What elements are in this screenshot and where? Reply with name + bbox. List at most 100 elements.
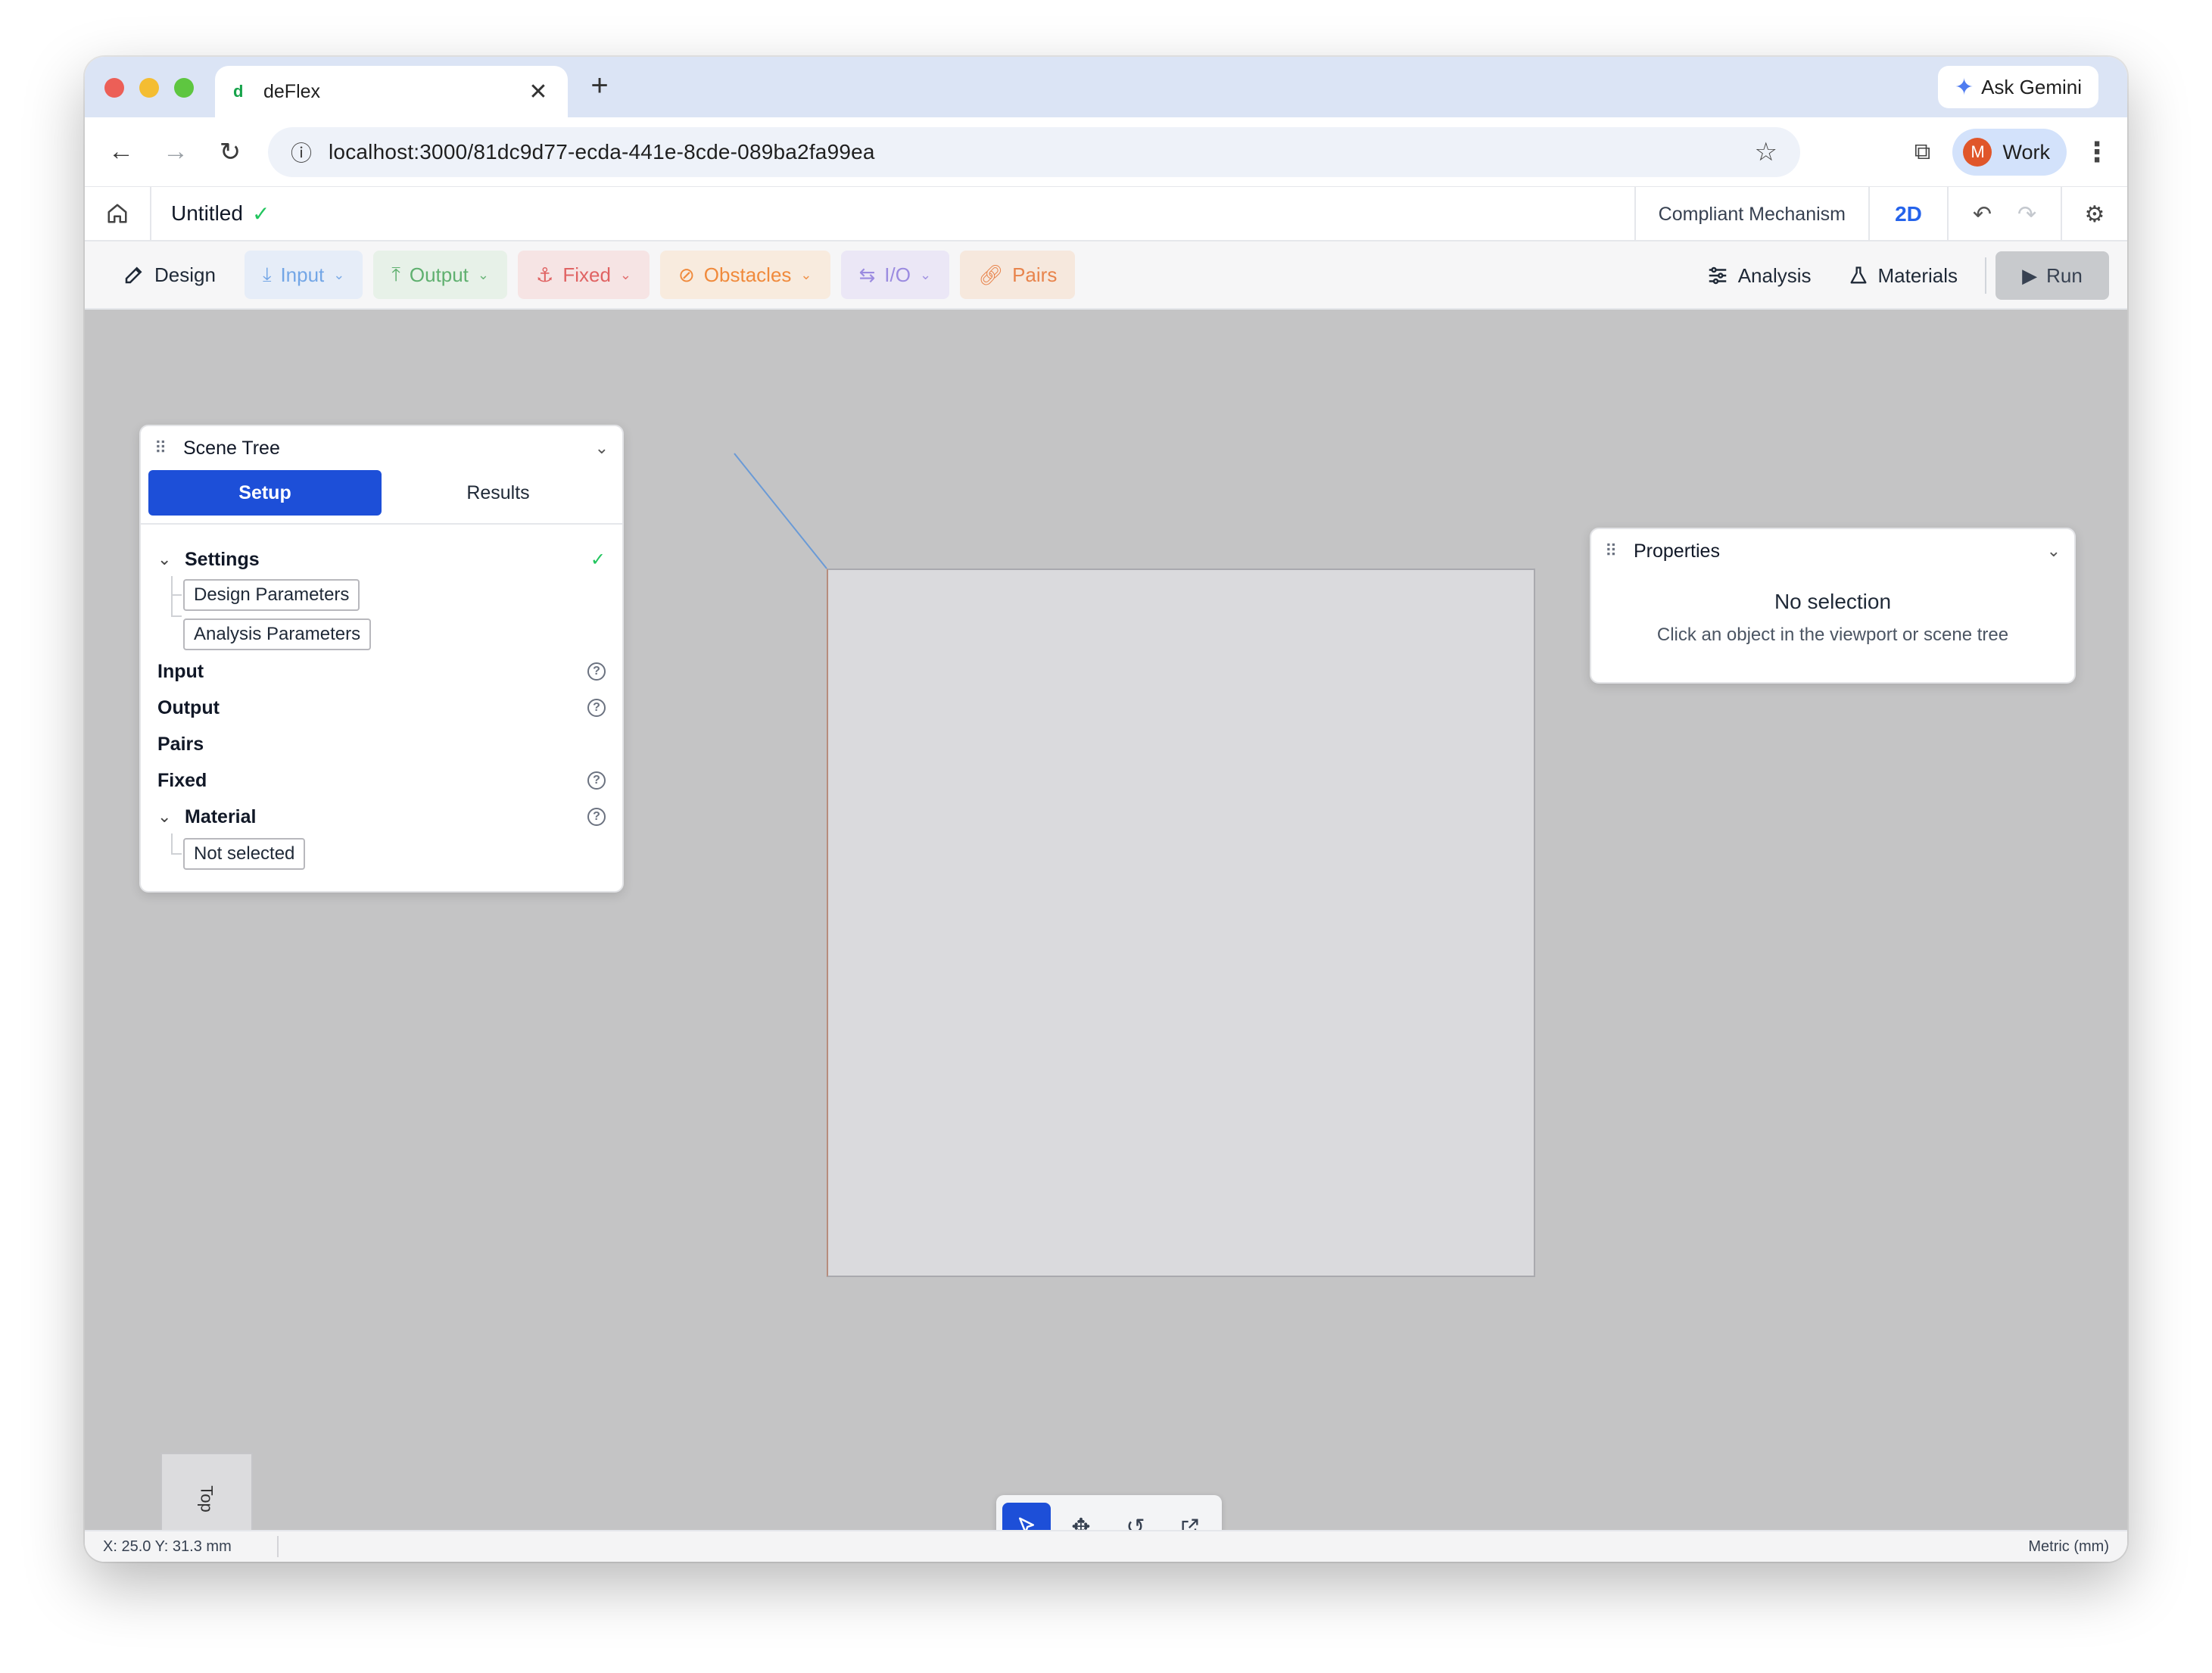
tree-item-fixed[interactable]: Fixed ?	[157, 764, 606, 797]
tree-item-input[interactable]: Input ?	[157, 655, 606, 688]
tree-item-label: Pairs	[157, 733, 204, 755]
new-tab-button[interactable]: +	[583, 69, 616, 103]
toolbar-right: Analysis Materials ▶ Run	[1688, 251, 2109, 300]
materials-button[interactable]: Materials	[1830, 264, 1976, 288]
sliders-icon	[1709, 266, 1726, 285]
tree-item-label: Output	[157, 696, 220, 718]
mode-selector[interactable]: Compliant Mechanism	[1634, 187, 1868, 241]
tab-search-icon[interactable]: ⧉	[1892, 139, 1952, 165]
properties-title: Properties	[1634, 540, 1720, 562]
drag-handle-icon[interactable]: ⠿	[154, 438, 183, 458]
maximize-window-button[interactable]	[174, 78, 194, 98]
io-dropdown[interactable]: ⇆ I/O ⌄	[840, 251, 950, 299]
fixed-dropdown[interactable]: ⚓ Fixed ⌄	[518, 251, 650, 299]
tree-item-settings[interactable]: ⌄ Settings ✓	[157, 543, 606, 576]
external-link-icon	[1182, 1519, 1198, 1530]
close-tab-icon[interactable]: ✕	[527, 79, 550, 105]
app-header-right: Compliant Mechanism 2D ↶ ↷ ⚙	[1634, 187, 2127, 241]
gear-icon: ⚙	[2084, 201, 2105, 227]
play-icon: ▶	[2022, 263, 2038, 287]
output-dropdown[interactable]: ⤒ Output ⌄	[373, 251, 508, 299]
reset-view-button[interactable]: ↺	[1111, 1503, 1160, 1531]
rotate-ccw-icon: ↺	[1126, 1514, 1145, 1531]
properties-panel: ⠿ Properties ⌄ No selection Click an obj…	[1590, 528, 2076, 684]
flask-icon	[1850, 266, 1867, 284]
chevron-down-icon[interactable]: ⌄	[157, 550, 185, 569]
help-icon[interactable]: ?	[587, 771, 606, 790]
address-bar[interactable]: ⓘ localhost:3000/81dc9d77-ecda-441e-8cde…	[268, 127, 1800, 177]
help-icon[interactable]: ?	[587, 699, 606, 717]
help-icon[interactable]: ?	[587, 662, 606, 681]
materials-label: Materials	[1877, 263, 1958, 287]
tree-guide-line	[171, 833, 182, 855]
tree-item-label: Fixed	[157, 769, 207, 791]
tree-item-design-parameters[interactable]: Design Parameters	[183, 579, 360, 611]
chevron-down-icon[interactable]: ⌄	[595, 438, 609, 458]
analysis-button[interactable]: Analysis	[1688, 264, 1830, 288]
scene-tree-header[interactable]: ⠿ Scene Tree ⌄	[141, 426, 622, 470]
pairs-label: Pairs	[1012, 263, 1058, 286]
view-cube[interactable]: Top	[160, 1453, 253, 1530]
close-window-button[interactable]	[104, 78, 124, 98]
avatar: M	[1963, 138, 1992, 167]
tree-item-analysis-parameters[interactable]: Analysis Parameters	[183, 618, 372, 650]
tree-item-label: Input	[157, 660, 204, 682]
back-arrow-icon[interactable]: ←	[94, 137, 148, 167]
chevron-down-icon[interactable]: ⌄	[157, 807, 185, 827]
app-header: Untitled ✓ Compliant Mechanism 2D ↶ ↷ ⚙	[85, 186, 2127, 241]
move-arrows-icon: ✥	[1071, 1514, 1091, 1531]
settings-button[interactable]: ⚙	[2061, 187, 2127, 241]
input-label: Input	[280, 263, 325, 286]
tree-item-pairs[interactable]: Pairs	[157, 727, 606, 761]
properties-header[interactable]: ⠿ Properties ⌄	[1591, 529, 2074, 573]
undo-icon[interactable]: ↶	[1973, 201, 1992, 228]
tree-item-output[interactable]: Output ?	[157, 691, 606, 724]
profile-label: Work	[2002, 140, 2050, 164]
unit-system[interactable]: Metric (mm)	[2028, 1538, 2109, 1556]
home-button[interactable]	[85, 186, 151, 241]
cursor-coordinates: X: 25.0 Y: 31.3 mm	[103, 1537, 232, 1555]
reload-icon[interactable]: ↻	[203, 137, 257, 167]
drag-handle-icon[interactable]: ⠿	[1605, 541, 1634, 561]
design-domain[interactable]	[827, 569, 1535, 1277]
document-title[interactable]: Untitled	[171, 201, 243, 226]
pairs-button[interactable]: 🔗︎ Pairs	[960, 251, 1076, 299]
scene-tree-panel: ⠿ Scene Tree ⌄ Setup Results ⌄ Settings …	[139, 425, 624, 893]
input-dropdown[interactable]: ⤓ Input ⌄	[244, 251, 363, 299]
browser-tab-deflex[interactable]: d deFlex ✕	[215, 66, 568, 117]
redo-icon[interactable]: ↷	[2017, 201, 2036, 228]
browser-window: d deFlex ✕ + ✦ Ask Gemini ← → ↻ ⓘ localh…	[85, 57, 2127, 1562]
canvas-viewport[interactable]: ⠿ Scene Tree ⌄ Setup Results ⌄ Settings …	[85, 310, 2127, 1530]
view-mode-toggle[interactable]: 2D	[1868, 187, 1947, 241]
check-icon: ✓	[590, 549, 606, 570]
tree-item-material-value[interactable]: Not selected	[183, 838, 306, 870]
bookmark-star-icon[interactable]: ☆	[1755, 137, 1777, 167]
scene-tree-tabs: Setup Results	[141, 470, 622, 525]
anchor-icon: ⚓	[536, 263, 554, 286]
tab-results[interactable]: Results	[382, 470, 615, 516]
browser-menu-icon[interactable]: ⋮	[2067, 136, 2127, 168]
obstacles-dropdown[interactable]: ⊘ Obstacles ⌄	[660, 251, 830, 299]
url-text[interactable]: localhost:3000/81dc9d77-ecda-441e-8cde-0…	[329, 140, 1755, 164]
ask-gemini-button[interactable]: ✦ Ask Gemini	[1937, 66, 2098, 108]
pan-tool-button[interactable]: ✥	[1057, 1503, 1105, 1531]
design-label: Design	[154, 263, 216, 286]
minimize-window-button[interactable]	[139, 78, 159, 98]
output-label: Output	[409, 263, 469, 286]
select-tool-button[interactable]	[1002, 1503, 1051, 1530]
profile-button[interactable]: M Work	[1952, 129, 2067, 176]
forward-arrow-icon[interactable]: →	[148, 137, 203, 167]
help-icon[interactable]: ?	[587, 808, 606, 826]
run-button[interactable]: ▶ Run	[1995, 251, 2109, 300]
tab-setup[interactable]: Setup	[148, 470, 382, 516]
chevron-down-icon[interactable]: ⌄	[2047, 541, 2061, 561]
site-info-icon[interactable]: ⓘ	[291, 137, 329, 167]
tree-item-material[interactable]: ⌄ Material ?	[157, 800, 606, 833]
swap-arrows-icon: ⇆	[858, 263, 876, 286]
design-button[interactable]: Design	[112, 251, 234, 299]
fixed-label: Fixed	[562, 263, 611, 286]
tab-strip: d deFlex ✕ + ✦ Ask Gemini	[85, 57, 2127, 117]
export-button[interactable]	[1166, 1503, 1214, 1530]
empty-state-title: No selection	[1774, 590, 1892, 613]
tree-item-label: Material	[185, 805, 257, 827]
